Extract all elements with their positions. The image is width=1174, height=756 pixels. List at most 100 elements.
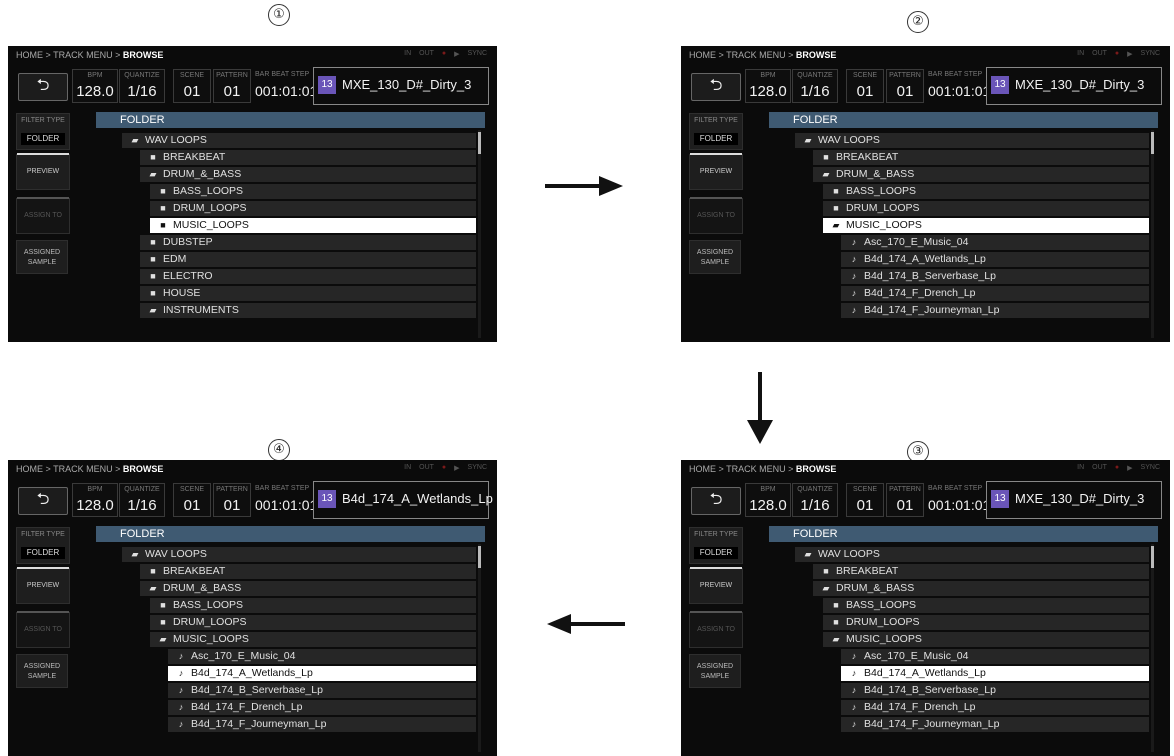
list-item[interactable]: ■ DRUM_LOOPS xyxy=(96,200,476,217)
list-item[interactable]: ■ BREAKBEAT xyxy=(96,563,476,580)
list-item[interactable]: ▰ MUSIC_LOOPS xyxy=(769,631,1149,648)
list-item[interactable]: ♪ Asc_170_E_Music_04 xyxy=(769,648,1149,665)
scrollbar-thumb[interactable] xyxy=(1151,132,1154,154)
list-item[interactable]: ♪ B4d_174_F_Journeyman_Lp xyxy=(769,302,1149,319)
preview-button[interactable]: PREVIEW xyxy=(16,567,70,604)
list-item[interactable]: ▰ MUSIC_LOOPS xyxy=(96,631,476,648)
list-item[interactable]: ▰ WAV LOOPS xyxy=(769,546,1149,563)
back-button[interactable]: ⮌ xyxy=(691,73,741,101)
preview-button[interactable]: PREVIEW xyxy=(689,153,743,190)
pattern-display: PATTERN 01 xyxy=(213,69,251,103)
list-item[interactable]: ▰ WAV LOOPS xyxy=(769,132,1149,149)
list-item[interactable]: ♪ B4d_174_B_Serverbase_Lp xyxy=(96,682,476,699)
preview-button[interactable]: PREVIEW xyxy=(16,153,70,190)
track-info: 13 B4d_174_A_Wetlands_Lp xyxy=(313,481,493,519)
folder-icon: ■ xyxy=(833,203,839,213)
list-item[interactable]: ▰ DRUM_&_BASS xyxy=(96,166,476,183)
folder-icon: ■ xyxy=(160,617,166,627)
list-item[interactable]: ■ BREAKBEAT xyxy=(96,149,476,166)
scrollbar[interactable] xyxy=(1151,544,1154,752)
list-item[interactable]: ■ EDM xyxy=(96,251,476,268)
breadcrumb-path: HOME > TRACK MENU > xyxy=(16,50,123,60)
scrollbar[interactable] xyxy=(478,130,481,338)
list-item-content: ■ DRUM_LOOPS xyxy=(831,614,920,631)
list-item[interactable]: ♪ B4d_174_F_Drench_Lp xyxy=(96,699,476,716)
list-item-label: MUSIC_LOOPS xyxy=(173,219,249,231)
back-button[interactable]: ⮌ xyxy=(18,73,68,101)
assign-to-button[interactable]: ASSIGN TO xyxy=(689,611,743,648)
quantize-value: 1/16 xyxy=(800,497,830,514)
list-item[interactable]: ■ DRUM_LOOPS xyxy=(769,200,1149,217)
filter-type-button[interactable]: FILTER TYPE FOLDER xyxy=(689,527,743,564)
quantize-display: QUANTIZE 1/16 xyxy=(792,483,838,517)
folder-header: FOLDER xyxy=(96,526,485,542)
list-item[interactable]: ■ BASS_LOOPS xyxy=(769,597,1149,614)
breadcrumb-path: HOME > TRACK MENU > xyxy=(689,464,796,474)
scrollbar[interactable] xyxy=(1151,130,1154,338)
list-item[interactable]: ♪ B4d_174_A_Wetlands_Lp xyxy=(769,251,1149,268)
list-item[interactable]: ■ DUBSTEP xyxy=(96,234,476,251)
list-item-label: Asc_170_E_Music_04 xyxy=(864,650,969,662)
scene-display: SCENE 01 xyxy=(173,69,211,103)
list-item[interactable]: ▰ MUSIC_LOOPS xyxy=(769,217,1149,234)
list-item[interactable]: ▰ DRUM_&_BASS xyxy=(769,166,1149,183)
filter-type-button[interactable]: FILTER TYPE FOLDER xyxy=(16,527,70,564)
list-item[interactable]: ♪ B4d_174_A_Wetlands_Lp xyxy=(96,665,476,682)
assign-to-button[interactable]: ASSIGN TO xyxy=(16,611,70,648)
scrollbar[interactable] xyxy=(478,544,481,752)
bar-beat-step-value: 001:01:01 xyxy=(255,497,318,513)
list-item[interactable]: ♪ B4d_174_B_Serverbase_Lp xyxy=(769,682,1149,699)
list-item[interactable]: ♪ B4d_174_F_Drench_Lp xyxy=(769,285,1149,302)
scrollbar-thumb[interactable] xyxy=(1151,546,1154,568)
list-item[interactable]: ■ BASS_LOOPS xyxy=(769,183,1149,200)
back-button[interactable]: ⮌ xyxy=(691,487,741,515)
list-item-label: MUSIC_LOOPS xyxy=(846,219,922,231)
list-item[interactable]: ▰ DRUM_&_BASS xyxy=(96,580,476,597)
list-item-content: ♪ Asc_170_E_Music_04 xyxy=(849,648,969,665)
assigned-sample-button[interactable]: ASSIGNED SAMPLE xyxy=(16,240,68,274)
list-item[interactable]: ♪ Asc_170_E_Music_04 xyxy=(769,234,1149,251)
music-note-icon: ♪ xyxy=(178,719,184,729)
back-arrow-icon: ⮌ xyxy=(709,490,723,508)
list-item[interactable]: ■ MUSIC_LOOPS xyxy=(96,217,476,234)
assigned-sample-button[interactable]: ASSIGNED SAMPLE xyxy=(689,654,741,688)
list-item[interactable]: ♪ B4d_174_B_Serverbase_Lp xyxy=(769,268,1149,285)
assigned-sample-button[interactable]: ASSIGNED SAMPLE xyxy=(689,240,741,274)
scrollbar-thumb[interactable] xyxy=(478,546,481,568)
list-item[interactable]: ■ HOUSE xyxy=(96,285,476,302)
list-item[interactable]: ♪ B4d_174_F_Journeyman_Lp xyxy=(769,716,1149,733)
filter-type-button[interactable]: FILTER TYPE FOLDER xyxy=(689,113,743,150)
pattern-value: 01 xyxy=(223,83,241,100)
list-item[interactable]: ♪ B4d_174_A_Wetlands_Lp xyxy=(769,665,1149,682)
filter-type-value: FOLDER xyxy=(21,547,65,559)
list-item[interactable]: ■ BASS_LOOPS xyxy=(96,597,476,614)
list-item[interactable]: ■ ELECTRO xyxy=(96,268,476,285)
assigned-sample-button[interactable]: ASSIGNED SAMPLE xyxy=(16,654,68,688)
preview-button[interactable]: PREVIEW xyxy=(689,567,743,604)
list-item[interactable]: ■ BASS_LOOPS xyxy=(96,183,476,200)
quantize-value: 1/16 xyxy=(127,497,157,514)
list-item[interactable]: ▰ DRUM_&_BASS xyxy=(769,580,1149,597)
list-item[interactable]: ▰ INSTRUMENTS xyxy=(96,302,476,319)
pattern-label: PATTERN xyxy=(216,486,248,493)
list-item[interactable]: ♪ Asc_170_E_Music_04 xyxy=(96,648,476,665)
list-item[interactable]: ■ DRUM_LOOPS xyxy=(96,614,476,631)
list-item[interactable]: ■ BREAKBEAT xyxy=(769,563,1149,580)
list-item[interactable]: ▰ WAV LOOPS xyxy=(96,132,476,149)
filter-type-button[interactable]: FILTER TYPE FOLDER xyxy=(16,113,70,150)
record-icon: ● xyxy=(1114,464,1120,471)
list-item[interactable]: ♪ B4d_174_F_Drench_Lp xyxy=(769,699,1149,716)
list-item[interactable]: ▰ WAV LOOPS xyxy=(96,546,476,563)
open-folder-icon: ▰ xyxy=(131,549,139,559)
list-item[interactable]: ♪ B4d_174_F_Journeyman_Lp xyxy=(96,716,476,733)
list-item-label: DRUM_LOOPS xyxy=(846,616,920,628)
list-item[interactable]: ■ BREAKBEAT xyxy=(769,149,1149,166)
list-item[interactable]: ■ DRUM_LOOPS xyxy=(769,614,1149,631)
scene-value: 01 xyxy=(856,497,874,514)
assign-to-button[interactable]: ASSIGN TO xyxy=(16,197,70,234)
quantize-value: 1/16 xyxy=(127,83,157,100)
scrollbar-thumb[interactable] xyxy=(478,132,481,154)
music-note-icon: ♪ xyxy=(178,685,184,695)
assign-to-button[interactable]: ASSIGN TO xyxy=(689,197,743,234)
back-button[interactable]: ⮌ xyxy=(18,487,68,515)
